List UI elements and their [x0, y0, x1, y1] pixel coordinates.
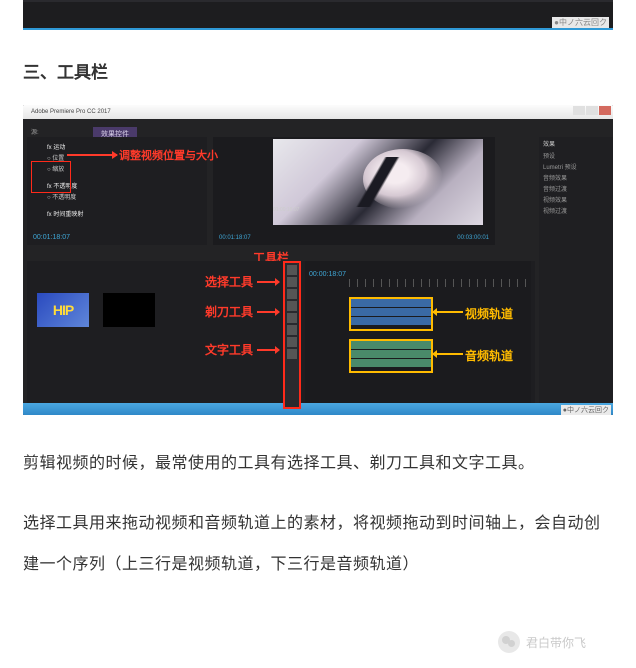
window-titlebar: Adobe Premiere Pro CC 2017: [23, 105, 613, 119]
timeline-timecode: 00:00:18:07: [309, 271, 346, 278]
effects-sidebar-item: 视频效果: [539, 194, 613, 205]
effects-sidebar-item: 视频过渡: [539, 205, 613, 216]
wechat-account-name: 君白带你飞: [526, 634, 586, 651]
watermark-small: ●中ノ六云回ク: [552, 17, 609, 28]
annotation-razor-tool: 剃刀工具: [205, 303, 279, 320]
windows-taskbar: ●中ノ六云回ク: [23, 403, 613, 415]
project-bin: HIP: [27, 261, 191, 405]
source-tab: 源:: [31, 127, 39, 136]
annotation-audio-track: 音频轨道: [465, 347, 513, 364]
clip-thumbnail-black: [103, 293, 155, 327]
premiere-screenshot: Adobe Premiere Pro CC 2017 源: 效果控件 调整视频位…: [23, 105, 613, 415]
wechat-watermark: 君白带你飞: [498, 628, 618, 656]
titlebar-text: Adobe Premiere Pro CC 2017: [31, 109, 111, 115]
section-heading: 三、工具栏: [23, 58, 613, 83]
tool-palette-highlight: [283, 261, 301, 409]
effects-sidebar-title: 效果: [539, 137, 613, 150]
effects-sidebar: 效果 预设 Lumetri 预设 音频效果 音频过渡 视频效果 视频过渡: [539, 137, 613, 407]
effects-sidebar-item: Lumetri 预设: [539, 161, 613, 172]
arrow-to-audio-track: [433, 353, 463, 355]
source-timecode: 00:01:18:07: [33, 234, 70, 241]
effects-sidebar-item: 预设: [539, 150, 613, 161]
timeline-ruler: [349, 279, 527, 287]
body-paragraph-2: 选择工具用来拖动视频和音频轨道上的素材，将视频拖动到时间轴上，会自动创建一个序列…: [23, 503, 613, 586]
program-monitor: 01:00:18:07 00:01:18:07 00:03:00:01: [213, 137, 495, 245]
effects-sidebar-item: 音频效果: [539, 172, 613, 183]
audio-tracks-highlight: [349, 339, 433, 373]
annotation-select-tool: 选择工具: [205, 273, 279, 290]
annotation-text-tool: 文字工具: [205, 341, 279, 358]
program-monitor-frame: [273, 139, 483, 225]
arrow-to-video-track: [433, 311, 463, 313]
annotation-adjust-position-label: 调整视频位置与大小: [119, 147, 218, 163]
premiere-workspace: 源: 效果控件 调整视频位置与大小 fx 运动 ○ 位置 ○ 缩放 fx 不透明…: [23, 119, 613, 415]
red-highlight-box-motion: [31, 161, 71, 193]
window-buttons: [573, 106, 611, 115]
overlay-timecode: 01:00:18:07: [273, 207, 299, 213]
effect-item: fx 时间重映射: [33, 208, 201, 219]
program-timecode-left: 00:01:18:07: [219, 235, 251, 241]
watermark-small: ●中ノ六云回ク: [561, 405, 611, 415]
wechat-icon: [498, 631, 520, 653]
annotation-video-track: 视频轨道: [465, 305, 513, 322]
annotation-adjust-position: 调整视频位置与大小: [67, 147, 218, 163]
body-paragraph-1: 剪辑视频的时候，最常使用的工具有选择工具、剃刀工具和文字工具。: [23, 443, 613, 485]
video-tracks-highlight: [349, 297, 433, 331]
program-timecode-right: 00:03:00:01: [457, 235, 489, 241]
clip-thumbnail: HIP: [37, 293, 89, 327]
prev-screenshot-strip: ●中ノ六云回ク: [23, 0, 613, 30]
timeline-panel: 00:00:18:07 视频轨道 音频轨道: [305, 261, 531, 405]
effects-sidebar-item: 音频过渡: [539, 183, 613, 194]
